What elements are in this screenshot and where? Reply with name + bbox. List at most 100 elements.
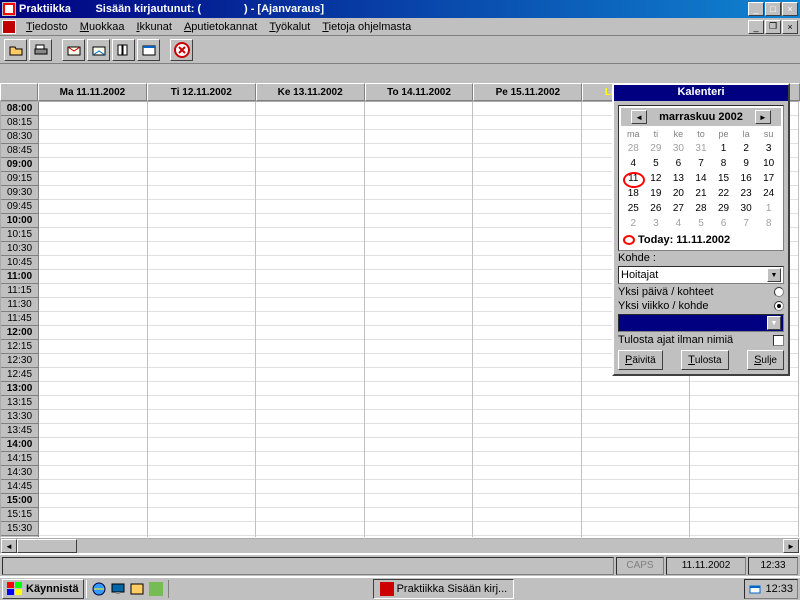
calendar-day-7[interactable]: 7 — [691, 157, 712, 170]
calendar-day-24[interactable]: 24 — [758, 187, 779, 200]
status-date: 11.11.2002 — [666, 557, 746, 575]
calendar-day-9[interactable]: 9 — [736, 157, 757, 170]
tray-icon[interactable] — [749, 583, 761, 595]
desktop-icon[interactable] — [109, 580, 127, 598]
calendar-day-15[interactable]: 15 — [713, 172, 734, 185]
scroll-right-button[interactable]: ► — [783, 539, 799, 553]
doc-icon — [2, 20, 16, 34]
refresh-button[interactable]: Päivitä — [618, 350, 663, 370]
scroll-left-button[interactable]: ◄ — [1, 539, 17, 553]
app-titlebar: Praktiikka Sisään kirjautunut: ( ) - [Aj… — [0, 0, 800, 18]
calendar-day-16[interactable]: 16 — [736, 172, 757, 185]
print-button[interactable] — [29, 39, 52, 61]
calendar-day-6[interactable]: 6 — [668, 157, 689, 170]
ie-icon[interactable] — [90, 580, 108, 598]
print-no-names-checkbox[interactable] — [773, 335, 784, 346]
chevron-down-icon[interactable]: ▼ — [767, 316, 781, 330]
calendar-day-1[interactable]: 1 — [713, 142, 734, 155]
option-day-radio[interactable] — [774, 287, 784, 297]
day-header-to[interactable]: To 14.11.2002 — [365, 83, 474, 101]
calendar-day-20[interactable]: 20 — [668, 187, 689, 200]
child-restore-button[interactable]: ❐ — [765, 20, 781, 34]
today-link[interactable]: Today: 11.11.2002 — [621, 232, 781, 248]
calendar-day-28[interactable]: 28 — [623, 142, 644, 155]
calendar-day-14[interactable]: 14 — [691, 172, 712, 185]
day-header-pe[interactable]: Pe 15.11.2002 — [473, 83, 582, 101]
kohde-combo[interactable]: Hoitajat▼ — [618, 266, 784, 284]
app-shortcut-icon[interactable] — [147, 580, 165, 598]
calendar-day-6[interactable]: 6 — [713, 217, 734, 230]
day-header-ma[interactable]: Ma 11.11.2002 — [38, 83, 147, 101]
calendar-day-5[interactable]: 5 — [646, 157, 667, 170]
calendar-day-10[interactable]: 10 — [758, 157, 779, 170]
menu-aputietokannat[interactable]: Aputietokannat — [178, 20, 263, 34]
calendar-day-8[interactable]: 8 — [758, 217, 779, 230]
calendar-day-31[interactable]: 31 — [691, 142, 712, 155]
maximize-button[interactable]: □ — [765, 2, 781, 16]
calendar-day-23[interactable]: 23 — [736, 187, 757, 200]
calendar-day-22[interactable]: 22 — [713, 187, 734, 200]
menu-työkalut[interactable]: Työkalut — [263, 20, 316, 34]
child-minimize-button[interactable]: _ — [748, 20, 764, 34]
print-button-panel[interactable]: Tulosta — [681, 350, 728, 370]
caps-indicator: CAPS — [616, 557, 664, 575]
option-week-radio[interactable] — [774, 301, 784, 311]
prev-month-button[interactable]: ◄ — [631, 110, 647, 124]
calendar-day-3[interactable]: 3 — [646, 217, 667, 230]
calendar-day-27[interactable]: 27 — [668, 202, 689, 215]
calendar-day-11[interactable]: 11 — [623, 172, 644, 185]
calendar-day-12[interactable]: 12 — [646, 172, 667, 185]
calendar-day-18[interactable]: 18 — [623, 187, 644, 200]
task-button-praktiikka[interactable]: Praktiikka Sisään kirj... — [373, 579, 515, 599]
calendar-day-30[interactable]: 30 — [736, 202, 757, 215]
close-button-panel[interactable]: Sulje — [747, 350, 784, 370]
calendar-day-2[interactable]: 2 — [623, 217, 644, 230]
menu-muokkaa[interactable]: Muokkaa — [74, 20, 131, 34]
calendar-day-28[interactable]: 28 — [691, 202, 712, 215]
calendar-day-30[interactable]: 30 — [668, 142, 689, 155]
calendar-day-1[interactable]: 1 — [758, 202, 779, 215]
horizontal-scrollbar[interactable]: ◄ ► — [0, 538, 800, 554]
system-tray[interactable]: 12:33 — [744, 579, 798, 599]
menu-tietoja ohjelmasta[interactable]: Tietoja ohjelmasta — [316, 20, 417, 34]
calendar-day-29[interactable]: 29 — [646, 142, 667, 155]
taskbar: Käynnistä Praktiikka Sisään kirj... 12:3… — [0, 576, 800, 600]
calendar-day-2[interactable]: 2 — [736, 142, 757, 155]
cancel-button[interactable] — [170, 39, 193, 61]
secondary-combo[interactable]: ▼ — [618, 314, 784, 332]
calendar-day-8[interactable]: 8 — [713, 157, 734, 170]
calendar-day-13[interactable]: 13 — [668, 172, 689, 185]
start-button[interactable]: Käynnistä — [2, 579, 84, 599]
day-header-ti[interactable]: Ti 12.11.2002 — [147, 83, 256, 101]
calendar-day-17[interactable]: 17 — [758, 172, 779, 185]
calendar-day-25[interactable]: 25 — [623, 202, 644, 215]
toolbar — [0, 36, 800, 64]
mail-out-button[interactable] — [62, 39, 85, 61]
calendar-day-4[interactable]: 4 — [623, 157, 644, 170]
calendar-button[interactable] — [137, 39, 160, 61]
calendar-day-4[interactable]: 4 — [668, 217, 689, 230]
menu-ikkunat[interactable]: Ikkunat — [130, 20, 177, 34]
outlook-icon[interactable] — [128, 580, 146, 598]
calendar-day-3[interactable]: 3 — [758, 142, 779, 155]
open-button[interactable] — [4, 39, 27, 61]
chevron-down-icon[interactable]: ▼ — [767, 268, 781, 282]
scroll-thumb[interactable] — [17, 539, 77, 553]
calendar-day-26[interactable]: 26 — [646, 202, 667, 215]
menu-tiedosto[interactable]: Tiedosto — [20, 20, 74, 34]
calendar-day-5[interactable]: 5 — [691, 217, 712, 230]
quick-launch — [86, 580, 169, 598]
minimize-button[interactable]: _ — [748, 2, 764, 16]
close-button[interactable]: × — [782, 2, 798, 16]
calendar-day-29[interactable]: 29 — [713, 202, 734, 215]
calendar-panel: Kalenteri ◄ marraskuu 2002 ► matiketopel… — [612, 83, 790, 376]
calendar-day-19[interactable]: 19 — [646, 187, 667, 200]
mail-in-button[interactable] — [87, 39, 110, 61]
calendar-day-7[interactable]: 7 — [736, 217, 757, 230]
columns-button[interactable] — [112, 39, 135, 61]
next-month-button[interactable]: ► — [755, 110, 771, 124]
calendar-day-21[interactable]: 21 — [691, 187, 712, 200]
child-close-button[interactable]: × — [782, 20, 798, 34]
day-header-ke[interactable]: Ke 13.11.2002 — [256, 83, 365, 101]
calendar-grid[interactable]: matiketopelasu 2829303112345678910111213… — [621, 126, 781, 232]
